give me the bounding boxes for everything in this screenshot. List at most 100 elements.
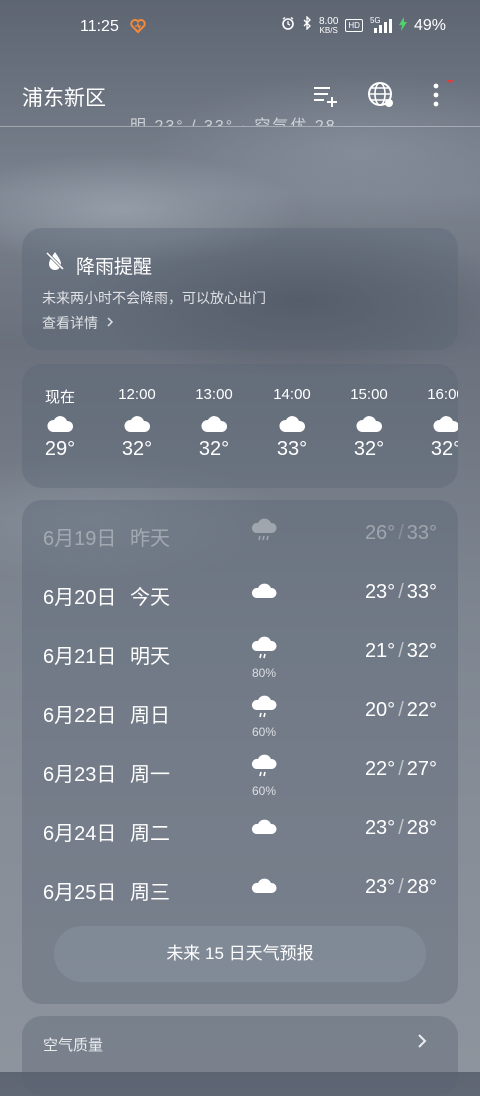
hour-item: 现在 29° (30, 386, 90, 461)
add-city-button[interactable] (310, 80, 340, 110)
more-vertical-icon (433, 75, 454, 107)
speed-value: 8.00 (318, 15, 339, 27)
temp-high: 33° (406, 522, 437, 544)
hour-temp: 29° (44, 438, 76, 460)
day-name: 周三 (130, 882, 170, 904)
hour-time: 现在 (44, 389, 75, 406)
list-add-icon (314, 87, 337, 107)
city-name[interactable]: 浦东新区 (22, 82, 106, 112)
status-icons: 8.00 KB/S HD 5G 49% (281, 15, 446, 35)
day-row-yesterday[interactable]: 6月19日 昨天 26°/33° (22, 510, 458, 568)
hour-time: 12:00 (118, 386, 156, 403)
hour-time: 14:00 (273, 386, 311, 403)
more-menu-button[interactable] (424, 75, 454, 110)
day-row-tomorrow[interactable]: 6月21日 明天 80% 21°/32° (22, 628, 458, 686)
temp-high: 27° (406, 758, 437, 780)
cloud-icon (201, 416, 228, 432)
cloud-icon (251, 583, 277, 598)
day-date: 6月24日 (43, 823, 117, 845)
temp-low: 21° (364, 640, 396, 662)
air-quality-label: 空气质量 (43, 1037, 104, 1054)
hour-time: 16:00 (427, 386, 458, 403)
day-name: 周一 (130, 764, 170, 786)
rain-alert-description: 未来两小时不会降雨，可以放心出门 (42, 290, 266, 306)
day-date: 6月25日 (43, 882, 117, 904)
day-row-today[interactable]: 6月20日 今天 23°/33° (22, 569, 458, 627)
day-temp-range: 22°/27° (364, 758, 437, 780)
details-link-label: 查看详情 (42, 315, 98, 331)
precip-percent: 80% (251, 666, 277, 680)
day-name: 今天 (130, 587, 170, 609)
cloud-icon (251, 819, 277, 834)
chevron-right-icon (418, 1034, 427, 1048)
day-temp-range: 21°/32° (364, 640, 437, 662)
cloud-icon (47, 416, 74, 432)
day-temp-range: 20°/22° (364, 699, 437, 721)
hour-temp: 32° (198, 438, 230, 460)
day-row[interactable]: 6月25日 周三 23°/28° (22, 864, 458, 922)
cloud-icon (251, 878, 277, 893)
temp-low: 23° (364, 817, 396, 839)
day-name: 周二 (130, 823, 170, 845)
temp-high: 22° (406, 699, 437, 721)
battery-percent: 49% (413, 16, 446, 34)
rain-cloud-icon (251, 695, 277, 718)
temp-low: 23° (364, 876, 396, 898)
day-name: 明天 (130, 646, 170, 668)
signal-icon: 5G (370, 16, 392, 34)
hour-item: 12:00 32° (107, 386, 167, 461)
rain-cloud-icon (251, 754, 277, 777)
day-name: 昨天 (130, 528, 170, 550)
cloud-icon (433, 416, 458, 432)
15-day-forecast-button[interactable]: 未来 15 日天气预报 (54, 926, 426, 982)
day-name: 周日 (130, 705, 170, 727)
notification-dot (446, 75, 454, 83)
bluetooth-icon (302, 15, 312, 35)
air-quality-card[interactable]: 空气质量 (22, 1016, 458, 1096)
hour-item: 15:00 32° (339, 386, 399, 461)
day-temp-range: 23°/28° (364, 817, 437, 839)
day-date: 6月20日 (43, 587, 117, 609)
temp-high: 33° (406, 581, 437, 603)
temp-low: 23° (364, 581, 396, 603)
day-row[interactable]: 6月22日 周日 60% 20°/22° (22, 687, 458, 745)
header-divider (0, 126, 480, 127)
rain-cloud-icon (251, 518, 277, 541)
hd-badge: HD (345, 19, 363, 32)
day-row[interactable]: 6月24日 周二 23°/28° (22, 805, 458, 863)
hour-temp: 32° (121, 438, 153, 460)
scrolled-summary-peek: 明 23° / 33° · 空气优 28 (130, 112, 337, 126)
status-bar: 11:25 8.00 KB/S HD 5G 49% (0, 0, 480, 56)
day-date: 6月23日 (43, 764, 117, 786)
cloud-icon (279, 416, 306, 432)
daily-forecast-card: 6月19日 昨天 26°/33° 6月20日 今天 23°/33° 6月21日 … (22, 500, 458, 1004)
day-temp-range: 23°/28° (364, 876, 437, 898)
hour-temp: 32° (353, 438, 385, 460)
rain-alert-details-link[interactable]: 查看详情 (42, 313, 115, 333)
temp-high: 28° (406, 876, 437, 898)
hour-time: 15:00 (350, 386, 388, 403)
hour-item: 14:00 33° (262, 386, 322, 461)
day-row[interactable]: 6月23日 周一 60% 22°/27° (22, 746, 458, 804)
rain-alert-card[interactable]: 降雨提醒 未来两小时不会降雨，可以放心出门 查看详情 (22, 228, 458, 350)
day-date: 6月21日 (43, 646, 117, 668)
cloud-icon (356, 416, 383, 432)
hour-item: 16:00 32° (416, 386, 458, 461)
temp-low: 22° (364, 758, 396, 780)
chevron-right-icon (107, 317, 113, 327)
day-temp-range: 23°/33° (364, 581, 437, 603)
rain-alert-title: 降雨提醒 (76, 257, 153, 278)
temp-low: 20° (364, 699, 396, 721)
hourly-forecast-card[interactable]: 现在 29° 12:00 32° 13:00 32° 14:00 33° 15:… (22, 364, 458, 488)
precip-percent: 60% (251, 784, 277, 798)
day-date: 6月19日 (43, 528, 117, 550)
heart-icon (130, 18, 146, 34)
temp-high: 28° (406, 817, 437, 839)
network-speed: 8.00 KB/S (318, 15, 339, 35)
rain-cloud-icon (251, 636, 277, 659)
temp-low: 26° (364, 522, 396, 544)
alarm-icon (281, 16, 295, 35)
language-button[interactable] (366, 80, 396, 110)
cloud-icon (124, 416, 151, 432)
temp-high: 32° (406, 640, 437, 662)
